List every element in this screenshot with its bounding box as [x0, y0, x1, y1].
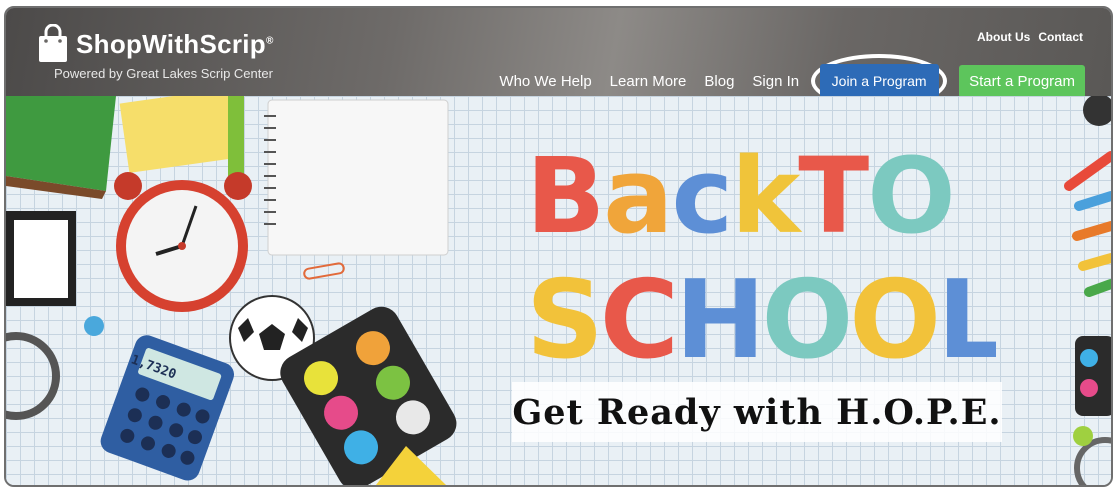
school-supplies-illustration	[6, 96, 457, 485]
about-us-link[interactable]: About Us	[977, 30, 1030, 44]
site-logo[interactable]: ShopWithScrip® Powered by Great Lakes Sc…	[36, 24, 274, 81]
nav-sign-in[interactable]: Sign In	[752, 73, 799, 90]
trademark-mark: ®	[266, 34, 274, 46]
contact-link[interactable]: Contact	[1038, 30, 1083, 44]
hero-banner[interactable]: BackTO SCHOOL 1,7320 Get Ready with H.O.…	[6, 96, 1111, 485]
start-program-button[interactable]: Start a Program	[959, 64, 1085, 98]
brand-name: ShopWithScrip®	[76, 28, 274, 59]
shopping-bag-icon	[39, 24, 67, 62]
join-program-button[interactable]: Join a Program	[819, 64, 939, 98]
title-line2: SCHOOL	[526, 258, 996, 372]
nav-learn-more[interactable]: Learn More	[610, 73, 687, 90]
brand-subtitle: Powered by Great Lakes Scrip Center	[54, 66, 273, 81]
hero-tagline: Get Ready with H.O.P.E.	[512, 382, 1002, 442]
right-supplies-illustration	[1064, 96, 1111, 485]
header-bar: ShopWithScrip® Powered by Great Lakes Sc…	[6, 8, 1111, 108]
nav-blog[interactable]: Blog	[704, 73, 734, 90]
page-frame: ShopWithScrip® Powered by Great Lakes Sc…	[4, 6, 1113, 487]
back-to-school-title: BackTO SCHOOL	[526, 135, 996, 372]
utility-links: About Us Contact	[977, 30, 1083, 44]
title-line1: BackTO	[526, 135, 954, 257]
nav-who-we-help[interactable]: Who We Help	[499, 73, 591, 90]
